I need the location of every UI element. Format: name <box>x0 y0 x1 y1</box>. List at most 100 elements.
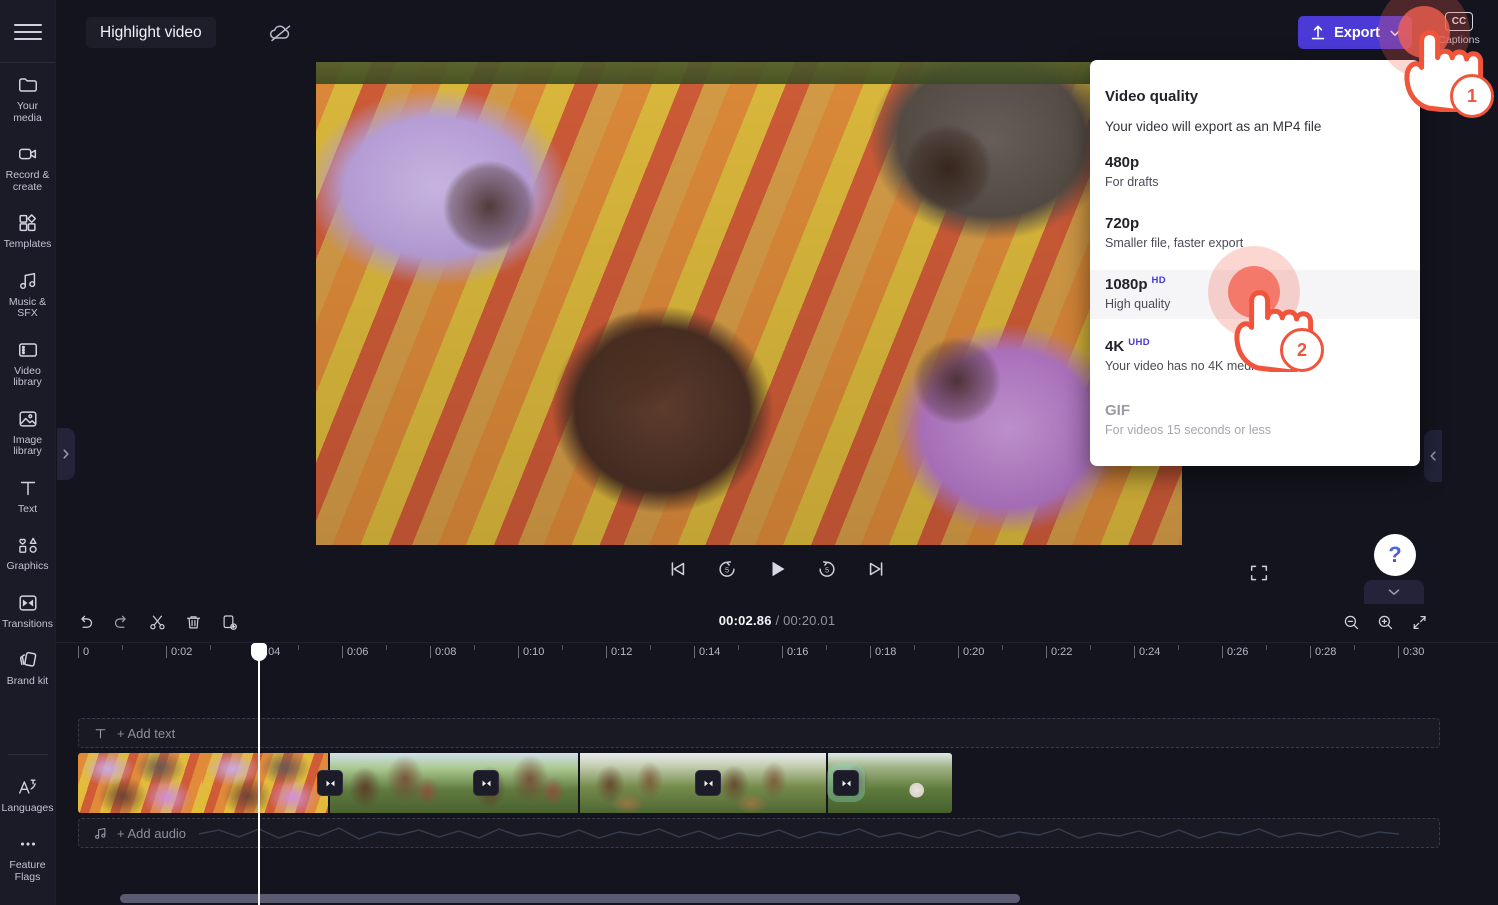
sidebar-item-brand-kit[interactable]: Brand kit <box>0 638 56 696</box>
clip-thumbnail[interactable] <box>452 753 578 813</box>
sidebar-item-languages[interactable]: Languages <box>0 765 56 823</box>
scrollbar-thumb[interactable] <box>120 894 1020 903</box>
play-icon[interactable] <box>764 556 790 582</box>
add-audio-track[interactable]: + Add audio <box>78 818 1440 848</box>
video-preview[interactable] <box>316 62 1182 545</box>
languages-icon <box>16 775 40 799</box>
playhead-handle[interactable] <box>251 643 267 661</box>
export-option-1080p[interactable]: 1080p HD High quality <box>1090 270 1420 319</box>
export-option-gif: GIF For videos 15 seconds or less <box>1090 396 1420 445</box>
sidebar-item-music-sfx[interactable]: Music & SFX <box>0 259 56 328</box>
music-note-icon <box>93 826 108 841</box>
add-text-track[interactable]: + Add text <box>78 718 1440 748</box>
clip-thumbnail[interactable] <box>78 753 202 813</box>
export-option-720p[interactable]: 720p Smaller file, faster export <box>1090 209 1420 258</box>
ruler-label: 0:16 <box>787 646 809 658</box>
transition-marker-2[interactable] <box>473 770 499 796</box>
forward-5s-icon[interactable]: 5 <box>814 556 840 582</box>
zoom-out-button[interactable] <box>1336 608 1366 636</box>
transition-marker-3[interactable] <box>695 770 721 796</box>
sidebar-items: Your media Record & create Templates Mus… <box>0 63 55 696</box>
zoom-in-icon <box>1376 613 1395 632</box>
sidebar-item-video-library[interactable]: Video library <box>0 328 56 397</box>
time-separator: / <box>775 613 780 628</box>
sidebar-item-graphics[interactable]: Graphics <box>0 523 56 581</box>
sidebar-item-feature-flags[interactable]: Feature Flags <box>0 822 56 891</box>
duplicate-icon <box>220 613 239 632</box>
sidebar-item-record-create[interactable]: Record & create <box>0 132 56 201</box>
timeline-tool-buttons <box>70 608 244 636</box>
top-bar: Highlight video Export CC Captions <box>56 0 1498 64</box>
clip-thumbnail[interactable] <box>202 753 328 813</box>
export-button[interactable]: Export <box>1298 16 1412 49</box>
transition-icon <box>842 780 850 786</box>
upload-arrow-icon <box>1310 24 1326 41</box>
playhead[interactable] <box>251 643 267 905</box>
sidebar-item-label: Your media <box>13 100 42 124</box>
transition-icon <box>16 591 40 615</box>
zoom-in-button[interactable] <box>1370 608 1400 636</box>
image-icon <box>16 407 40 431</box>
left-sidebar: Your media Record & create Templates Mus… <box>0 0 56 905</box>
help-button[interactable]: ? <box>1374 534 1416 576</box>
clip-thumbnail[interactable] <box>328 753 452 813</box>
scissors-icon <box>148 613 167 632</box>
sidebar-item-label: Text <box>17 502 38 515</box>
sidebar-item-your-media[interactable]: Your media <box>0 63 56 132</box>
fit-to-screen-button[interactable] <box>1404 608 1434 636</box>
chevron-down-icon[interactable] <box>1388 26 1402 40</box>
skip-to-end-icon[interactable] <box>864 556 890 582</box>
svg-text:5: 5 <box>725 566 729 575</box>
export-option-name: 720p <box>1105 215 1140 232</box>
timeline-ruler[interactable]: 0 0:02 0:04 0:06 0:08 0:10 0:12 0:14 0:1… <box>56 643 1498 665</box>
cc-text: CC <box>1451 16 1467 27</box>
cloud-off-icon[interactable] <box>268 21 294 45</box>
delete-button[interactable] <box>178 608 208 636</box>
export-option-badge: UHD <box>1128 337 1150 348</box>
fit-screen-icon <box>1410 613 1429 632</box>
chevron-left-icon <box>1428 450 1438 462</box>
transition-marker-1[interactable] <box>317 770 343 796</box>
video-clip-track[interactable] <box>78 753 952 813</box>
playback-controls-bar: 5 5 <box>56 556 1498 596</box>
collapse-left-panel-handle[interactable] <box>57 428 75 480</box>
zoom-out-icon <box>1342 613 1361 632</box>
project-title-text: Highlight video <box>100 23 202 41</box>
text-t-icon <box>93 726 108 741</box>
duplicate-button[interactable] <box>214 608 244 636</box>
fullscreen-icon[interactable] <box>1248 562 1272 586</box>
help-question-icon: ? <box>1388 542 1402 567</box>
sidebar-item-text[interactable]: Text <box>0 466 56 524</box>
sidebar-item-transitions[interactable]: Transitions <box>0 581 56 639</box>
timeline-tracks: + Add text + Add audio <box>56 665 1498 885</box>
sidebar-bottom-divider <box>7 753 48 755</box>
project-title-input[interactable]: Highlight video <box>86 17 216 48</box>
undo-icon <box>76 613 95 632</box>
skip-to-start-icon[interactable] <box>664 556 690 582</box>
ruler-label: 0:28 <box>1315 646 1337 658</box>
clip-boundary <box>578 753 580 813</box>
clip-thumbnail[interactable] <box>578 753 702 813</box>
chevron-right-icon <box>61 448 71 460</box>
transition-marker-4-selected[interactable] <box>833 770 859 796</box>
captions-button[interactable]: CC Captions <box>1428 12 1490 46</box>
export-option-desc: High quality <box>1105 297 1171 311</box>
collapse-right-panel-handle[interactable] <box>1424 430 1442 482</box>
undo-button[interactable] <box>70 608 100 636</box>
video-frame-image <box>316 62 1182 545</box>
sidebar-item-image-library[interactable]: Image library <box>0 397 56 466</box>
collapse-preview-handle[interactable] <box>1364 580 1424 604</box>
export-option-480p[interactable]: 480p For drafts <box>1090 148 1420 197</box>
timeline-horizontal-scrollbar[interactable] <box>120 894 1486 903</box>
hamburger-menu-icon[interactable] <box>13 20 42 44</box>
sidebar-item-templates[interactable]: Templates <box>0 201 56 259</box>
sidebar-item-label: Transitions <box>2 617 53 630</box>
sidebar-item-label: Video library <box>13 364 42 388</box>
audio-waveform <box>199 827 1399 840</box>
sidebar-item-label: Languages <box>1 801 54 814</box>
split-button[interactable] <box>142 608 172 636</box>
export-option-4k[interactable]: 4K UHD Your video has no 4K media <box>1090 332 1420 381</box>
ruler-label: 0:14 <box>699 646 721 658</box>
rewind-5s-icon[interactable]: 5 <box>714 556 740 582</box>
redo-button[interactable] <box>106 608 136 636</box>
